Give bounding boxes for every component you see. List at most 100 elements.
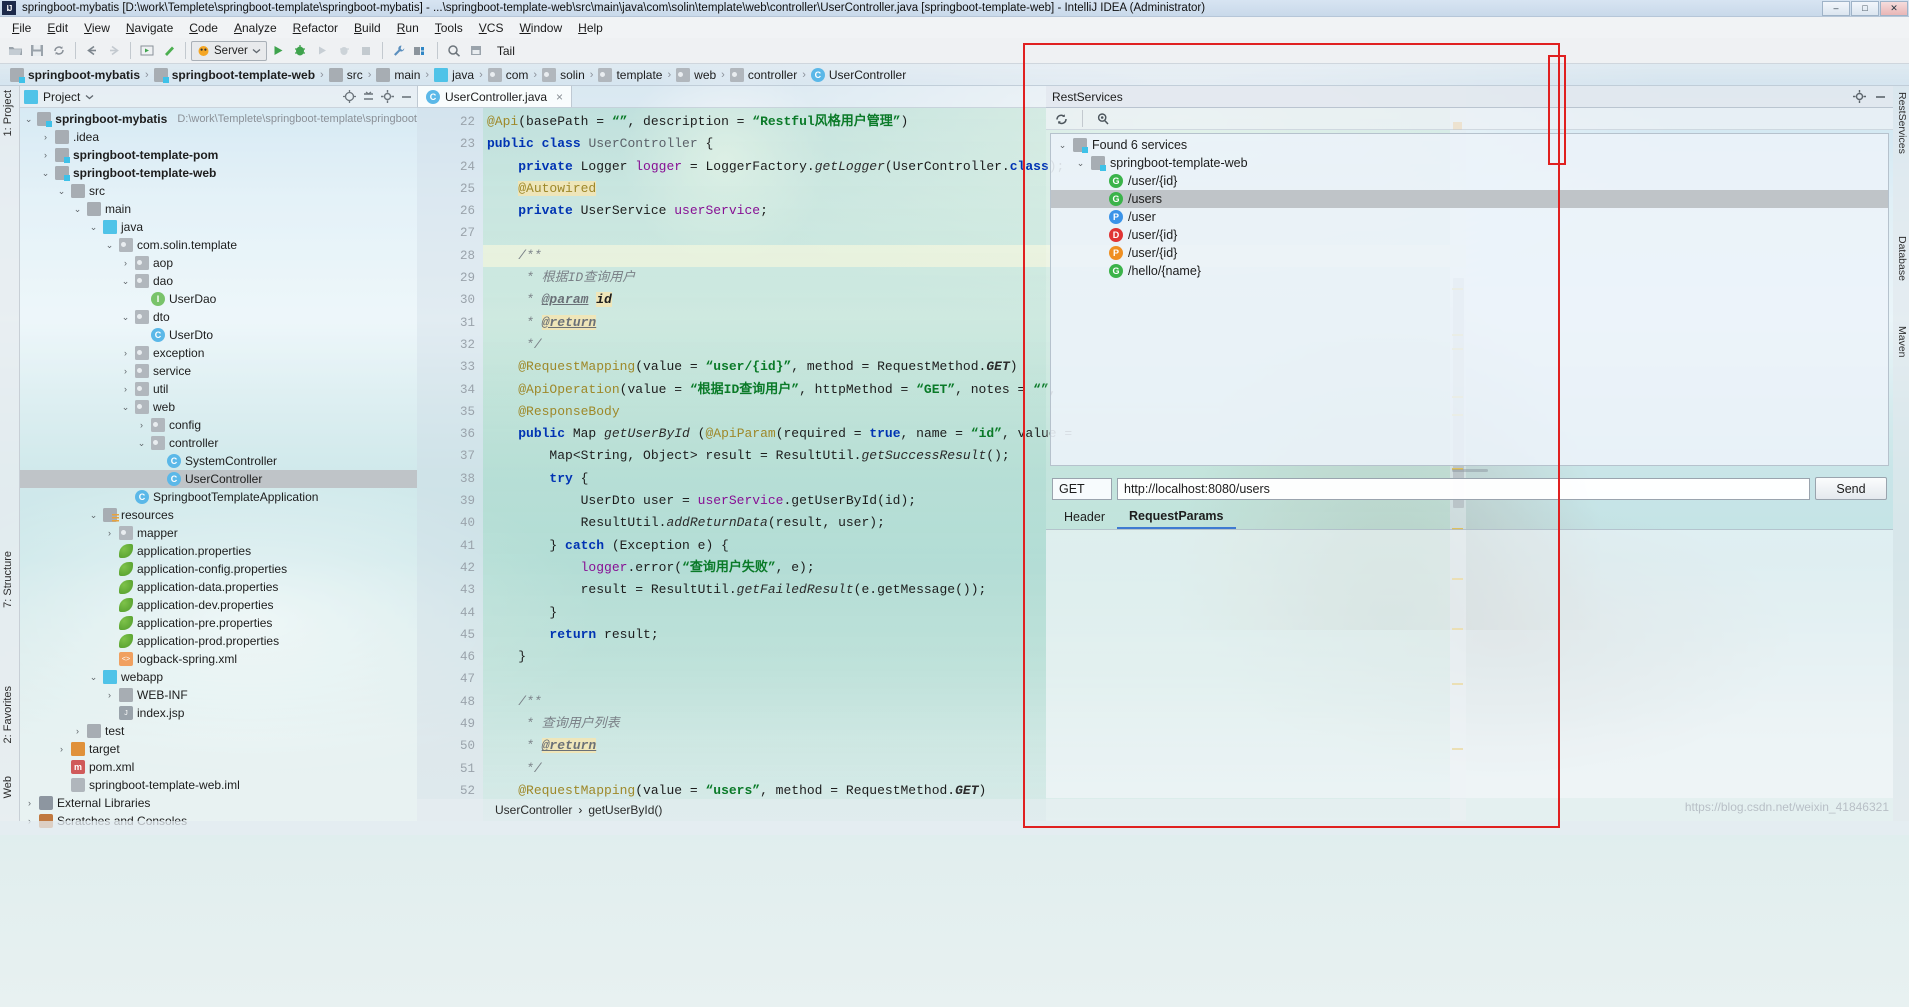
rest-service-node--user-id-[interactable]: P/user/{id} [1051,244,1888,262]
tree-node-application-config-properties[interactable]: application-config.properties [20,560,417,578]
chevron-right-icon[interactable]: › [40,150,51,160]
tree-node-logback-spring-xml[interactable]: <>logback-spring.xml [20,650,417,668]
rest-service-node--user-id-[interactable]: D/user/{id} [1051,226,1888,244]
tree-node-test[interactable]: ›test [20,722,417,740]
tree-node-main[interactable]: ⌄main [20,200,417,218]
tree-node-util[interactable]: ›util [20,380,417,398]
request-tab-header[interactable]: Header [1052,506,1117,528]
tree-node-config[interactable]: ›config [20,416,417,434]
find-icon[interactable] [1096,112,1111,126]
tree-node-external-libraries[interactable]: ›External Libraries [20,794,417,812]
rest-service-node--hello-name-[interactable]: G/hello/{name} [1051,262,1888,280]
tree-node-springboot-template-web-iml[interactable]: springboot-template-web.iml [20,776,417,794]
tree-node-application-dev-properties[interactable]: application-dev.properties [20,596,417,614]
menu-item-help[interactable]: Help [570,19,611,37]
locate-icon[interactable] [343,90,356,103]
chevron-down-icon[interactable]: ⌄ [56,186,67,197]
rest-service-node-found-6-services[interactable]: ⌄Found 6 services [1051,136,1888,154]
tree-node-dto[interactable]: ⌄dto [20,308,417,326]
minimize-icon[interactable] [400,90,413,103]
breadcrumb-item-web[interactable]: web [672,68,720,82]
chevron-down-icon[interactable]: ⌄ [88,222,99,233]
tree-node-com-solin-template[interactable]: ⌄com.solin.template [20,236,417,254]
menu-item-build[interactable]: Build [346,19,389,37]
tree-node-application-prod-properties[interactable]: application-prod.properties [20,632,417,650]
back-arrow-icon[interactable] [81,40,103,62]
tree-node-springboot-mybatis[interactable]: ⌄springboot-mybatisD:\work\Templete\spri… [20,110,417,128]
rest-service-node-springboot-template-web[interactable]: ⌄springboot-template-web [1051,154,1888,172]
status-class-name[interactable]: UserController [495,803,572,817]
menu-item-file[interactable]: File [4,19,39,37]
chevron-right-icon[interactable]: › [136,420,147,430]
rest-service-node--user-id-[interactable]: G/user/{id} [1051,172,1888,190]
collapse-all-icon[interactable] [362,90,375,103]
tree-node-web-inf[interactable]: ›WEB-INF [20,686,417,704]
breadcrumb-item-springboot-mybatis[interactable]: springboot-mybatis [6,68,144,82]
tool-tab-maven[interactable]: Maven [1896,326,1908,358]
chevron-down-icon[interactable]: ⌄ [72,204,83,215]
tree-node-service[interactable]: ›service [20,362,417,380]
breadcrumb-item-com[interactable]: com [484,68,533,82]
breadcrumb-item-springboot-template-web[interactable]: springboot-template-web [150,68,319,82]
sync-icon[interactable] [48,40,70,62]
debug-button[interactable] [289,40,311,62]
breadcrumb-item-src[interactable]: src [325,68,367,82]
tool-tab-restservices[interactable]: RestServices [1896,92,1908,154]
tree-node-springboot-template-pom[interactable]: ›springboot-template-pom [20,146,417,164]
breadcrumb-item-solin[interactable]: solin [538,68,589,82]
project-structure-icon[interactable] [410,40,432,62]
request-tab-requestparams[interactable]: RequestParams [1117,505,1236,529]
chevron-down-icon[interactable]: ⌄ [136,438,147,449]
tool-tab-web[interactable]: Web [2,776,14,798]
chevron-down-icon[interactable]: ⌄ [88,672,99,683]
tree-node-application-data-properties[interactable]: application-data.properties [20,578,417,596]
tree-node-mapper[interactable]: ›mapper [20,524,417,542]
tree-node--idea[interactable]: ›.idea [20,128,417,146]
chevron-right-icon[interactable]: › [24,798,35,808]
breadcrumb-item-java[interactable]: java [430,68,478,82]
tool-tab-project[interactable]: 1: Project [2,90,14,136]
chevron-right-icon[interactable]: › [120,366,131,376]
menu-item-view[interactable]: View [76,19,118,37]
tree-node-aop[interactable]: ›aop [20,254,417,272]
maximize-button[interactable]: □ [1851,1,1879,16]
gear-icon[interactable] [381,90,394,103]
chevron-right-icon[interactable]: › [104,528,115,538]
menu-item-tools[interactable]: Tools [427,19,471,37]
menu-item-window[interactable]: Window [511,19,570,37]
gear-icon[interactable] [1853,90,1866,103]
status-method-name[interactable]: getUserById() [588,803,662,817]
tree-node-springboot-template-web[interactable]: ⌄springboot-template-web [20,164,417,182]
rest-service-node--users[interactable]: G/users [1051,190,1888,208]
refresh-icon[interactable] [1054,112,1069,126]
menu-item-navigate[interactable]: Navigate [118,19,181,37]
tree-node-controller[interactable]: ⌄controller [20,434,417,452]
tree-node-target[interactable]: ›target [20,740,417,758]
chevron-right-icon[interactable]: › [120,384,131,394]
run-config-icon[interactable] [136,40,158,62]
request-params-body[interactable] [1046,530,1893,798]
chevron-down-icon[interactable]: ⌄ [104,240,115,251]
tool-tab-favorites[interactable]: 2: Favorites [2,686,14,743]
chevron-right-icon[interactable]: › [104,690,115,700]
breadcrumb-item-controller[interactable]: controller [726,68,801,82]
chevron-down-icon[interactable]: ⌄ [40,168,51,179]
chevron-down-icon[interactable]: ⌄ [1057,140,1068,151]
request-url-input[interactable]: http://localhost:8080/users [1117,478,1810,500]
save-all-icon[interactable] [26,40,48,62]
menu-item-vcs[interactable]: VCS [471,19,512,37]
chevron-down-icon[interactable]: ⌄ [120,312,131,323]
chevron-right-icon[interactable]: › [120,348,131,358]
build-icon[interactable] [158,40,180,62]
breadcrumb-item-usercontroller[interactable]: CUserController [807,68,910,82]
tool-tab-structure[interactable]: 7: Structure [2,551,14,608]
open-project-icon[interactable] [4,40,26,62]
chevron-down-icon[interactable]: ⌄ [120,402,131,413]
run-button[interactable] [267,40,289,62]
close-icon[interactable]: × [556,90,563,104]
tool-tab-database[interactable]: Database [1896,236,1908,281]
tree-node-exception[interactable]: ›exception [20,344,417,362]
run-configuration-selector[interactable]: Server [191,41,267,61]
chevron-down-icon[interactable]: ⌄ [88,510,99,521]
chevron-down-icon[interactable]: ⌄ [120,276,131,287]
